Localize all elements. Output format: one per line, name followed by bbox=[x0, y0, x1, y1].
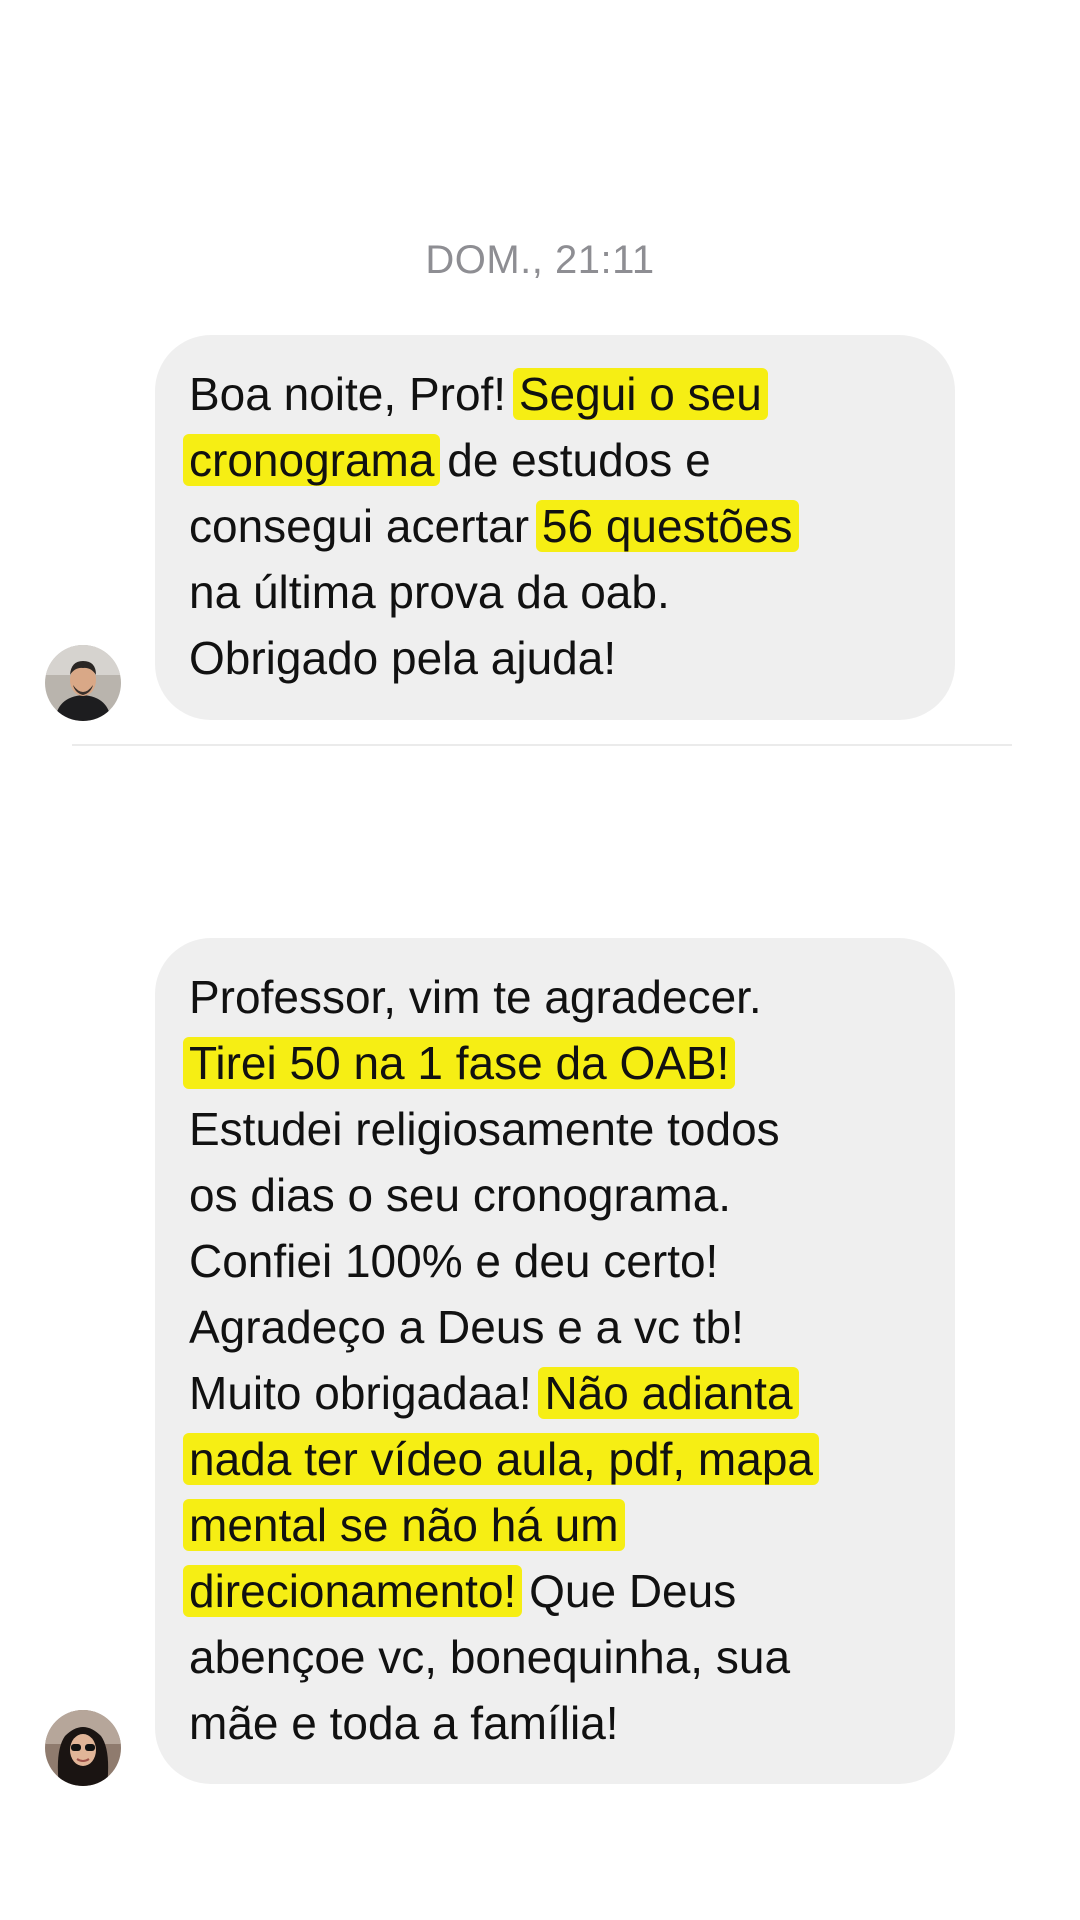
message-line: Estudei religiosamente todos bbox=[189, 1096, 921, 1162]
message-line: Professor, vim te agradecer. bbox=[189, 964, 921, 1030]
message-line: Agradeço a Deus e a vc tb! bbox=[189, 1294, 921, 1360]
highlighted-text: direcionamento! bbox=[183, 1565, 523, 1617]
sender-avatar[interactable] bbox=[45, 645, 121, 721]
message-line: consegui acertar 56 questões bbox=[189, 493, 921, 559]
message-text: Que Deus bbox=[516, 1565, 737, 1617]
message-bubble[interactable]: Boa noite, Prof! Segui o seu cronograma d… bbox=[155, 335, 955, 720]
highlighted-text: Tirei 50 na 1 fase da OAB! bbox=[183, 1037, 736, 1089]
message-line: Tirei 50 na 1 fase da OAB! bbox=[183, 1030, 921, 1096]
sender-avatar[interactable] bbox=[45, 1710, 121, 1786]
message-text: abençoe vc, bonequinha, sua bbox=[189, 1631, 791, 1683]
message-text: Obrigado pela ajuda! bbox=[189, 632, 617, 684]
message-text: Estudei religiosamente todos bbox=[189, 1103, 780, 1155]
message-timestamp: DOM., 21:11 bbox=[425, 238, 655, 282]
message-line: cronograma de estudos e bbox=[183, 427, 921, 493]
message-text: Confiei 100% e deu certo! bbox=[189, 1235, 719, 1287]
message-text: de estudos e bbox=[434, 434, 711, 486]
man-avatar-icon bbox=[45, 645, 121, 721]
highlighted-text: mental se não há um bbox=[183, 1499, 625, 1551]
message-line: Boa noite, Prof! Segui o seu bbox=[189, 361, 921, 427]
message-text: Boa noite, Prof! bbox=[189, 368, 519, 420]
message-line: Muito obrigadaa! Não adianta bbox=[189, 1360, 921, 1426]
highlighted-text: cronograma bbox=[183, 434, 441, 486]
message-text: os dias o seu cronograma. bbox=[189, 1169, 732, 1221]
message-text: Agradeço a Deus e a vc tb! bbox=[189, 1301, 744, 1353]
woman-avatar-icon bbox=[45, 1710, 121, 1786]
highlighted-text: nada ter vídeo aula, pdf, mapa bbox=[183, 1433, 819, 1485]
message-line: direcionamento! Que Deus bbox=[183, 1558, 921, 1624]
message-text: Professor, vim te agradecer. bbox=[189, 971, 762, 1023]
message-text: na última prova da oab. bbox=[189, 566, 670, 618]
message-line: Confiei 100% e deu certo! bbox=[189, 1228, 921, 1294]
message-line: Obrigado pela ajuda! bbox=[189, 625, 921, 691]
message-line: mãe e toda a família! bbox=[189, 1690, 921, 1756]
message-text: consegui acertar bbox=[189, 500, 542, 552]
highlighted-text: Segui o seu bbox=[512, 368, 768, 420]
message-bubble[interactable]: Professor, vim te agradecer. Tirei 50 na … bbox=[155, 938, 955, 1784]
highlighted-text: 56 questões bbox=[535, 500, 799, 552]
message-line: os dias o seu cronograma. bbox=[189, 1162, 921, 1228]
message-line: nada ter vídeo aula, pdf, mapa bbox=[183, 1426, 921, 1492]
message-text: mãe e toda a família! bbox=[189, 1697, 619, 1749]
highlighted-text: Não adianta bbox=[538, 1367, 799, 1419]
thread-divider bbox=[72, 744, 1012, 746]
message-line: na última prova da oab. bbox=[189, 559, 921, 625]
message-line: mental se não há um bbox=[183, 1492, 921, 1558]
message-line: abençoe vc, bonequinha, sua bbox=[189, 1624, 921, 1690]
message-text: Muito obrigadaa! bbox=[189, 1367, 545, 1419]
